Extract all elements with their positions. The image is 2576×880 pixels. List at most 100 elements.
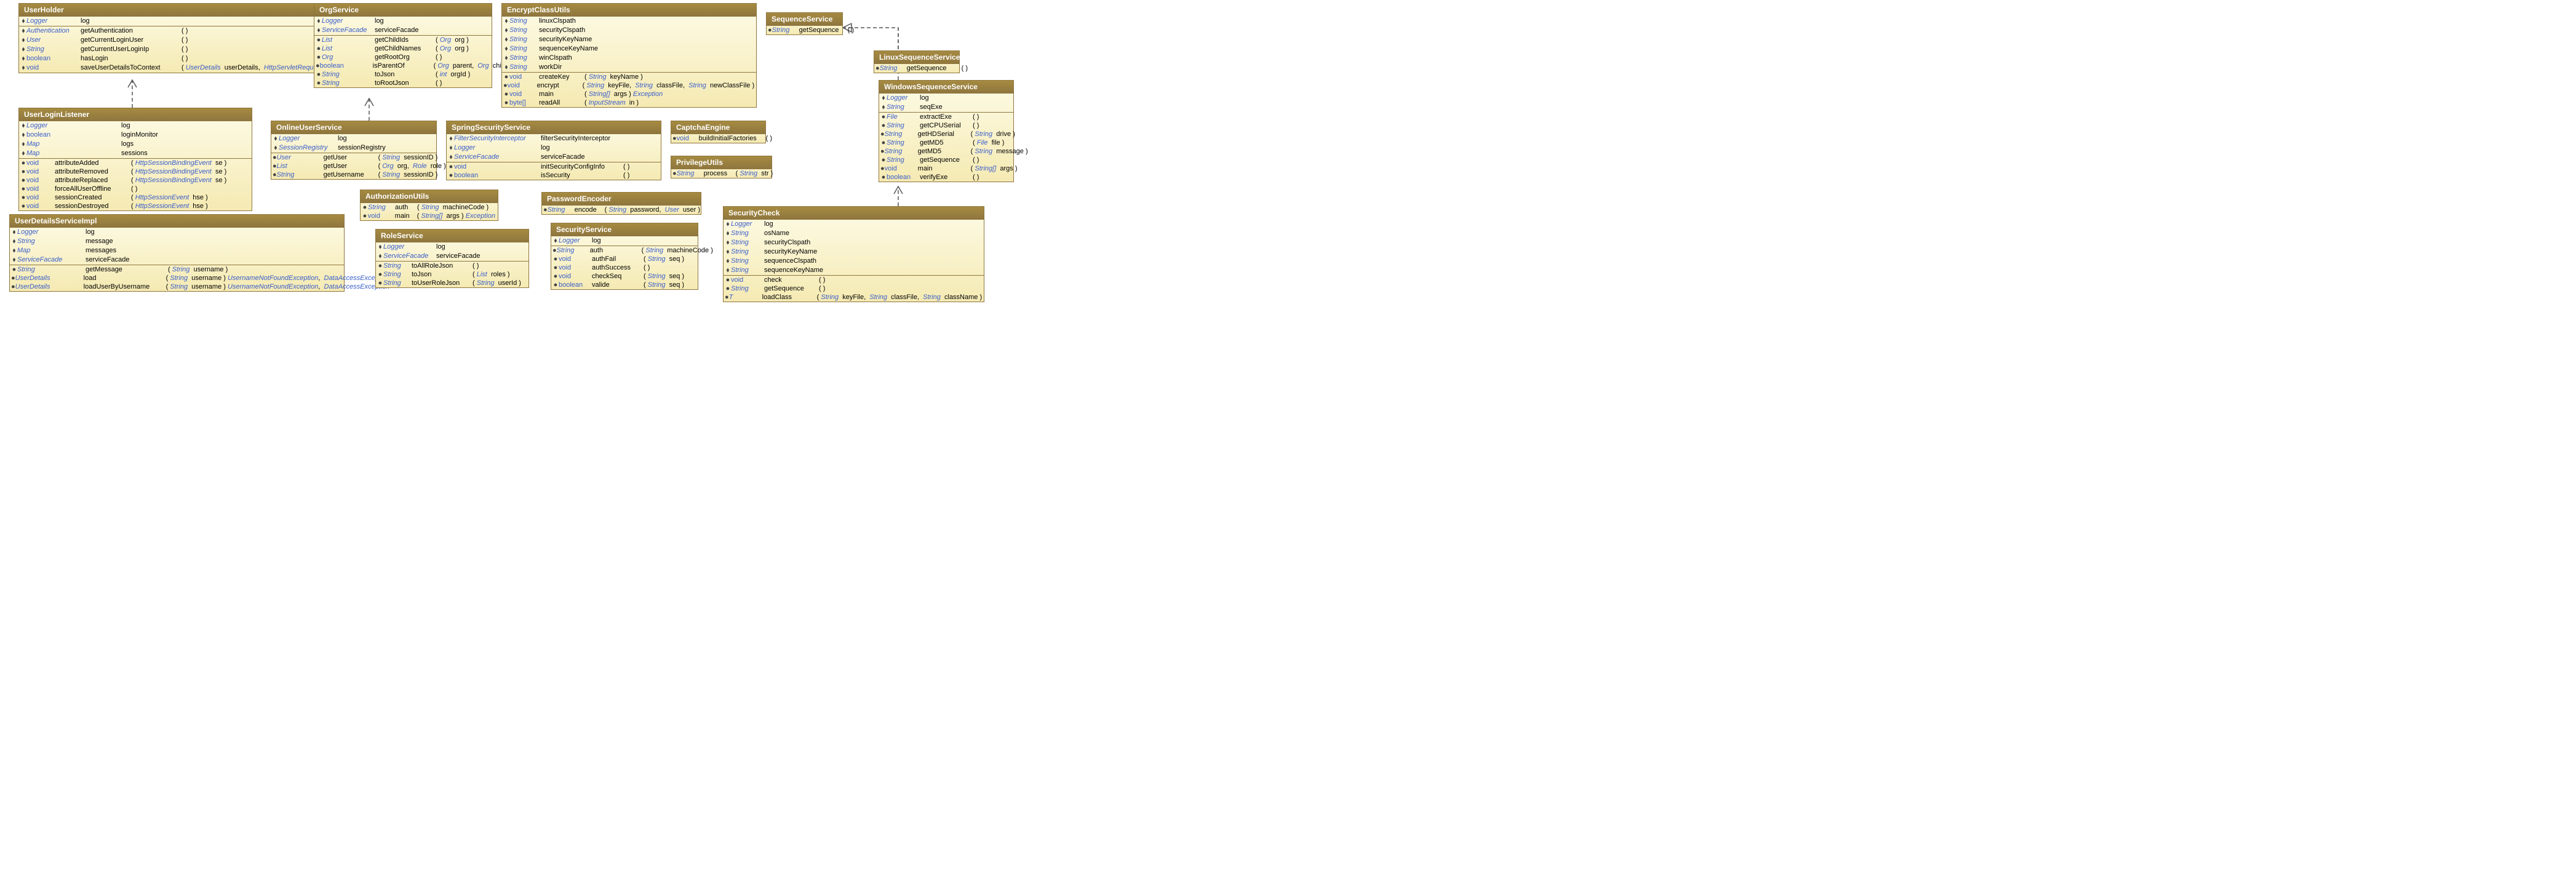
member-type: List <box>277 162 324 170</box>
method-row: ●OrggetRootOrg( ) <box>314 53 492 62</box>
member-type: void <box>509 73 539 81</box>
member-name: getMD5 <box>918 148 971 155</box>
visibility-icon: ⬧ <box>11 247 17 255</box>
member-type: String <box>885 148 918 155</box>
member-name: getCPUSerial <box>920 122 973 129</box>
attr-row: ⬧StringsecurityClspath <box>724 238 984 247</box>
attr-row: ⬧Loggerlog <box>551 236 698 246</box>
params: ( File file ) <box>973 139 1004 146</box>
visibility-icon: ⬧ <box>20 36 26 44</box>
visibility-icon: ● <box>11 274 15 282</box>
params: ( ) <box>623 163 629 170</box>
method-row: ●Stringauth( String machineCode ) <box>551 246 698 255</box>
params: ( ) <box>181 55 188 62</box>
member-name: messages <box>86 247 143 254</box>
visibility-icon: ● <box>672 135 677 142</box>
method-row: ●voidattributeAdded( HttpSessionBindingE… <box>19 159 252 167</box>
visibility-icon: ⬧ <box>316 17 322 25</box>
member-type: String <box>368 204 395 211</box>
attr-row: ⬧ServiceFacadeserviceFacade <box>314 26 492 35</box>
member-name: authFail <box>592 255 644 263</box>
visibility-icon: ⬧ <box>448 153 454 161</box>
member-type: String <box>509 63 539 71</box>
class-SpringSecurityService: SpringSecurityService ⬧FilterSecurityInt… <box>446 121 661 180</box>
member-type: ServiceFacade <box>17 256 86 263</box>
visibility-icon: ● <box>362 204 368 211</box>
class-title: UserLoginListener <box>19 108 252 121</box>
attr-row: ⬧Loggerlog <box>271 134 436 143</box>
method-row: ●voidmain( String[] args ) Exception <box>502 90 756 98</box>
visibility-icon: ⬧ <box>503 36 509 44</box>
member-name: encode <box>575 206 605 214</box>
member-type: void <box>26 177 55 184</box>
class-UserLoginListener: UserLoginListener ⬧Loggerlog⬧booleanlogi… <box>18 108 252 211</box>
member-type: Logger <box>26 17 81 25</box>
class-title: WindowsSequenceService <box>879 81 1013 93</box>
member-name: toJson <box>412 271 473 278</box>
member-type: List <box>322 36 375 44</box>
member-type: String <box>509 17 539 25</box>
params: ( String sessionID ) <box>378 154 438 161</box>
visibility-icon: ⬧ <box>448 135 454 143</box>
member-name: main <box>539 90 584 98</box>
member-type: void <box>26 159 55 167</box>
visibility-icon: ⬧ <box>503 45 509 53</box>
class-AuthorizationUtils: AuthorizationUtils ●Stringauth( String m… <box>360 190 498 221</box>
params: ( HttpSessionBindingEvent se ) <box>131 168 226 175</box>
visibility-icon: ● <box>768 26 772 34</box>
params: ( ) <box>181 46 188 53</box>
visibility-icon: ● <box>20 202 26 210</box>
member-name: extractExe <box>920 113 973 121</box>
params: ( HttpSessionBindingEvent se ) <box>131 177 226 184</box>
visibility-icon: ● <box>880 113 887 121</box>
params: ( String[] args ) Exception <box>584 90 663 98</box>
attr-row: ⬧StringlinuxClspath <box>502 17 756 26</box>
visibility-icon: ● <box>273 162 277 170</box>
member-type: String <box>885 130 918 138</box>
member-type: boolean <box>454 172 541 179</box>
method-row: ●StringgetUsername( String sessionID ) <box>271 170 436 179</box>
method-row: ●FileextractExe( ) <box>879 113 1013 121</box>
method-row: ●voidcheck( ) <box>724 276 984 284</box>
visibility-icon: ⬧ <box>20 46 26 54</box>
member-type: String <box>509 45 539 52</box>
method-row: ●voidforceAllUserOffline( ) <box>19 185 252 193</box>
class-title: SecurityService <box>551 223 698 236</box>
member-type: String <box>17 238 86 245</box>
visibility-icon: ● <box>11 283 15 290</box>
method-row: ●voidsessionDestroyed( HttpSessionEvent … <box>19 202 252 210</box>
member-name: createKey <box>539 73 584 81</box>
method-row: ●UsergetUser( String sessionID ) <box>271 153 436 162</box>
member-type: boolean <box>26 131 121 138</box>
attr-row: ⬧ServiceFacadeserviceFacade <box>447 153 661 162</box>
visibility-icon: ● <box>725 276 731 284</box>
member-type: void <box>26 194 55 201</box>
member-type: boolean <box>559 281 592 289</box>
member-type: String <box>772 26 799 34</box>
method-row: ●booleanverifyExe( ) <box>879 173 1013 182</box>
params: ( HttpSessionBindingEvent se ) <box>131 159 226 167</box>
method-row: ●StringgetMD5( File file ) <box>879 138 1013 147</box>
member-name: attributeReplaced <box>55 177 131 184</box>
params: ( String keyName ) <box>584 73 643 81</box>
member-type: String <box>557 247 590 254</box>
member-name: getCurrentUserLoginIp <box>81 46 181 53</box>
visibility-icon: ● <box>377 262 383 270</box>
member-type: Logger <box>322 17 375 25</box>
visibility-icon: ● <box>11 266 17 273</box>
member-type: String <box>509 26 539 34</box>
params: ( ) <box>644 264 650 271</box>
member-name: getMD5 <box>920 139 973 146</box>
visibility-icon: ⬧ <box>20 122 26 130</box>
params: ( HttpSessionEvent hse ) <box>131 202 208 210</box>
class-title: PrivilegeUtils <box>671 156 772 169</box>
member-name: workDir <box>539 63 615 71</box>
class-title: PasswordEncoder <box>542 193 701 205</box>
visibility-icon: ⬧ <box>20 55 26 63</box>
member-type: String <box>887 103 920 111</box>
class-title: EncryptClassUtils <box>502 4 756 16</box>
member-name: filterSecurityInterceptor <box>541 135 636 142</box>
visibility-icon: ⬧ <box>20 131 26 139</box>
visibility-icon: ⬧ <box>725 248 731 256</box>
method-row: ●TloadClass( String keyFile, String clas… <box>724 293 984 302</box>
